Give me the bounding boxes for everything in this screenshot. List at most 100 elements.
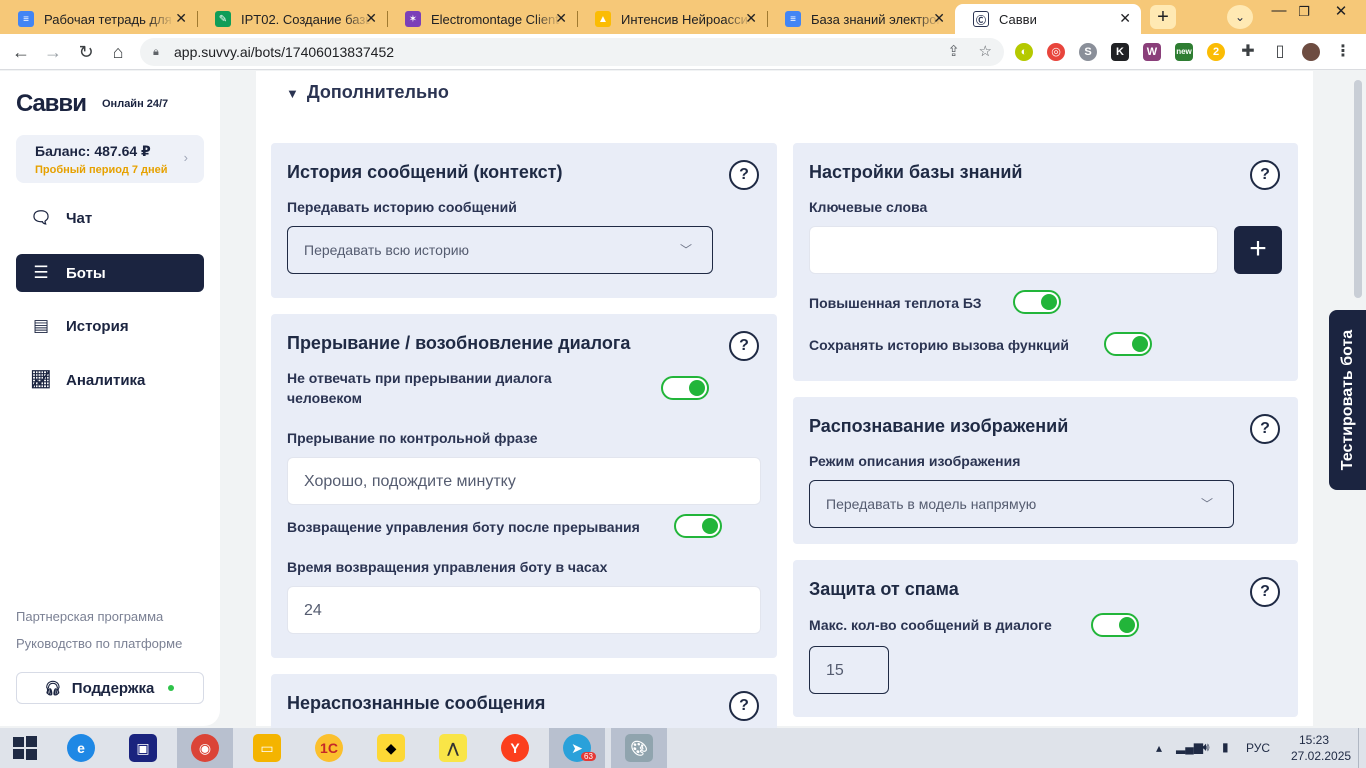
history-select[interactable]: Передавать всю историю ﹀ [287,226,713,274]
windows-taskbar: e ▣ ◉ ▭ 1С ◆ ⋀ Y ➤ 63 🎨︎ ▴ ▂▄▆ 🔊︎ ▮ РУС … [0,728,1366,768]
extension-badge-icon[interactable]: 2 [1207,43,1225,61]
test-bot-label: Тестировать бота [1338,329,1356,471]
profile-avatar[interactable] [1302,43,1320,61]
close-tab-icon[interactable]: ✕ [365,10,377,27]
system-tray: ▴ ▂▄▆ 🔊︎ ▮ РУС 15:23 27.02.2025 [1146,728,1366,768]
language-indicator[interactable]: РУС [1246,741,1270,755]
extension-new-icon[interactable]: new [1175,43,1193,61]
tray-arrow-icon[interactable]: ▴ [1156,741,1162,755]
extension-k-icon[interactable]: K [1111,43,1129,61]
back-icon[interactable]: ← [9,40,33,64]
taskbar-explorer[interactable]: ▭ [239,728,295,768]
start-button[interactable] [0,728,50,768]
nav-item-chat[interactable]: 🗨︎ Чат [16,199,204,237]
close-tab-icon[interactable]: ✕ [1119,10,1131,27]
share-icon[interactable]: ⇪ [947,38,960,66]
reload-icon[interactable]: ↻ [74,40,98,64]
help-icon[interactable]: ? [1250,160,1280,190]
browser-tab[interactable]: ≡ Рабочая тетрадь для и ✕ [0,4,198,34]
tab-title: Electromontage Client ( [431,11,561,27]
extensions-puzzle-icon[interactable]: ✚ [1239,43,1257,61]
phrase-input[interactable]: Хорошо, подождите минутку [287,457,761,505]
max-messages-input[interactable]: 15 [809,646,889,694]
yandex-icon: Y [501,734,529,762]
help-icon[interactable]: ? [729,691,759,721]
support-button[interactable]: 🎧︎ Поддержка [16,672,204,704]
battery-icon[interactable]: ▮ [1222,740,1229,754]
close-tab-icon[interactable]: ✕ [175,10,187,27]
home-icon[interactable]: ⌂ [106,40,130,64]
advanced-section-toggle[interactable]: ▼ Дополнительно [286,82,449,103]
balance-text: Баланс: 487.64 ₽ [35,143,151,159]
help-icon[interactable]: ? [1250,414,1280,444]
balance-card[interactable]: Баланс: 487.64 ₽ Пробный период 7 дней › [16,135,204,183]
help-icon[interactable]: ? [729,160,759,190]
help-icon[interactable]: ? [729,331,759,361]
logo[interactable]: Cавви [16,90,87,118]
return-toggle[interactable] [674,514,722,538]
tab-purple-icon: ✶ [405,11,421,27]
taskbar-yandex[interactable]: Y [487,728,543,768]
close-tab-icon[interactable]: ✕ [555,10,567,27]
paint-icon: 🎨︎ [625,734,653,762]
max-messages-toggle[interactable] [1091,613,1139,637]
browser-tab-active[interactable]: Ⓒ Савви ✕ [955,4,1141,34]
analytics-icon: 📈︎ [30,370,52,389]
kb-temperature-label: Повышенная теплота БЗ [809,295,982,311]
new-tab-button[interactable]: + [1150,5,1176,29]
taskbar-ie[interactable]: e [53,728,109,768]
browser-tab[interactable]: ≡ База знаний электром ✕ [767,4,955,34]
taskbar-paint[interactable]: 🎨︎ [611,728,667,768]
sidebar: Cавви Онлайн 24/7 Баланс: 487.64 ₽ Пробн… [0,71,220,726]
browser-tab[interactable]: ✶ Electromontage Client ( ✕ [387,4,578,34]
tab-search-icon[interactable]: ⌄ [1227,5,1253,29]
kb-temperature-toggle[interactable] [1013,290,1061,314]
tab-title: IPT02. Создание базы з [241,11,371,27]
taskbar-compass[interactable]: ⋀ [425,728,481,768]
skype-icon[interactable]: S [1079,43,1097,61]
close-tab-icon[interactable]: ✕ [745,10,757,27]
test-bot-button[interactable]: Тестировать бота [1329,310,1366,490]
bookmark-star-icon[interactable]: ☆ [979,38,992,66]
taskbar-save[interactable]: ▣ [115,728,171,768]
show-desktop-button[interactable] [1358,728,1366,768]
taskbar-1c[interactable]: 1С [301,728,357,768]
close-window-icon[interactable]: ✕ [1326,2,1356,20]
help-icon[interactable]: ? [1250,577,1280,607]
card-title: История сообщений (контекст) [287,162,563,182]
nav-label: Боты [66,264,106,282]
close-tab-icon[interactable]: ✕ [933,10,945,27]
hours-input[interactable]: 24 [287,586,761,634]
toggle-knob [1119,617,1135,633]
browser-tab[interactable]: ▲ Интенсив Нейроассист ✕ [577,4,768,34]
scrollbar[interactable] [1354,80,1362,298]
browser-menu-icon[interactable]: ⋮ [1334,43,1352,61]
taskbar-app[interactable]: ◆ [363,728,419,768]
guide-link[interactable]: Руководство по платформе [16,636,182,651]
nav-item-history[interactable]: ▤ История [16,307,204,345]
keywords-input[interactable] [809,226,1218,274]
nav-label: Аналитика [66,371,146,389]
address-bar[interactable]: 🔒︎ app.suvvy.ai/bots/17406013837452 ⇪ ☆ [140,38,1004,66]
restore-icon[interactable]: ❐ [1289,4,1319,20]
no-reply-toggle[interactable] [661,376,709,400]
image-mode-select[interactable]: Передавать в модель напрямую ﹀ [809,480,1234,528]
extension-icon[interactable]: ◐ [1015,43,1033,61]
extension-icon[interactable]: ◎ [1047,43,1065,61]
clock-time[interactable]: 15:23 [1299,733,1329,747]
clock-date[interactable]: 27.02.2025 [1291,749,1351,763]
partner-link[interactable]: Партнерская программа [16,609,163,624]
nav-item-analytics[interactable]: 📈︎ Аналитика [16,361,204,399]
add-keyword-button[interactable]: + [1234,226,1282,274]
taskbar-chrome[interactable]: ◉ [177,728,233,768]
forward-icon[interactable]: → [41,40,65,64]
taskbar-telegram[interactable]: ➤ 63 [549,728,605,768]
browser-tab[interactable]: ✎ IPT02. Создание базы з ✕ [197,4,388,34]
extension-w-icon[interactable]: W [1143,43,1161,61]
nav-item-bots[interactable]: ☰ Боты [16,254,204,292]
save-function-history-toggle[interactable] [1104,332,1152,356]
volume-icon[interactable]: 🔊︎ [1202,740,1210,755]
return-label: Возвращение управления боту после прерыв… [287,519,640,535]
side-panel-icon[interactable]: ▯ [1271,43,1289,61]
network-icon[interactable]: ▂▄▆ [1176,740,1203,754]
